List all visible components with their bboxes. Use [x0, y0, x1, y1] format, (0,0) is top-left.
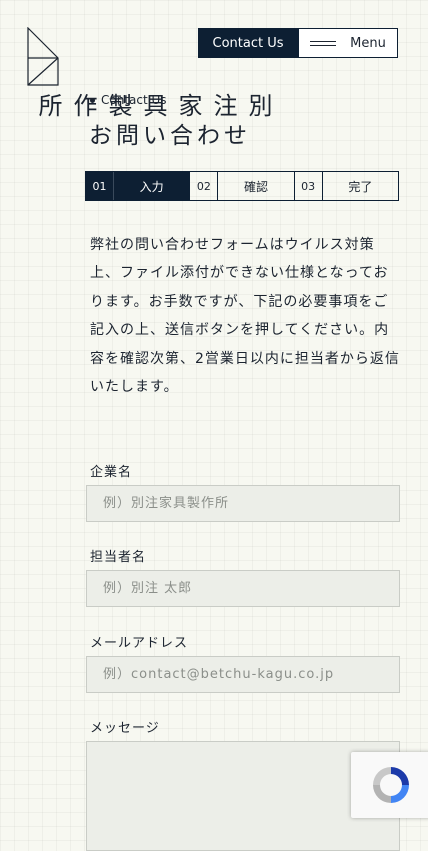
- step-1-label: 入力: [114, 172, 191, 200]
- menu-button[interactable]: Menu: [298, 28, 398, 58]
- eyebrow-text: Contact Us: [101, 93, 167, 107]
- contact-us-button[interactable]: Contact Us: [198, 28, 298, 58]
- recaptcha-badge[interactable]: [351, 752, 428, 818]
- logo-mark-icon: [27, 27, 59, 86]
- page-title: お問い合わせ: [89, 123, 251, 149]
- company-label: 企業名: [90, 465, 133, 480]
- page-eyebrow: Contact Us: [90, 93, 167, 107]
- menu-label: Menu: [350, 35, 386, 51]
- hamburger-icon: [310, 40, 337, 47]
- company-input[interactable]: [86, 485, 400, 522]
- progress-steps: 01 入力 02 確認 03 完了: [85, 171, 399, 201]
- step-3-number: 03: [295, 172, 323, 200]
- person-input[interactable]: [86, 570, 400, 607]
- bullet-icon: [90, 97, 95, 103]
- message-label: メッセージ: [90, 721, 160, 736]
- intro-text: 弊社の問い合わせフォームはウイルス対策上、ファイル添付ができない仕様となっており…: [90, 237, 400, 396]
- step-1-number: 01: [86, 172, 114, 200]
- header-actions: Contact Us Menu: [198, 28, 398, 58]
- step-2-number: 02: [190, 172, 219, 200]
- recaptcha-icon: [373, 767, 409, 803]
- person-label: 担当者名: [90, 550, 147, 565]
- email-input[interactable]: [86, 656, 400, 693]
- step-3-label: 完了: [348, 179, 373, 194]
- step-2-label: 確認: [218, 172, 295, 200]
- email-label: メールアドレス: [90, 636, 189, 651]
